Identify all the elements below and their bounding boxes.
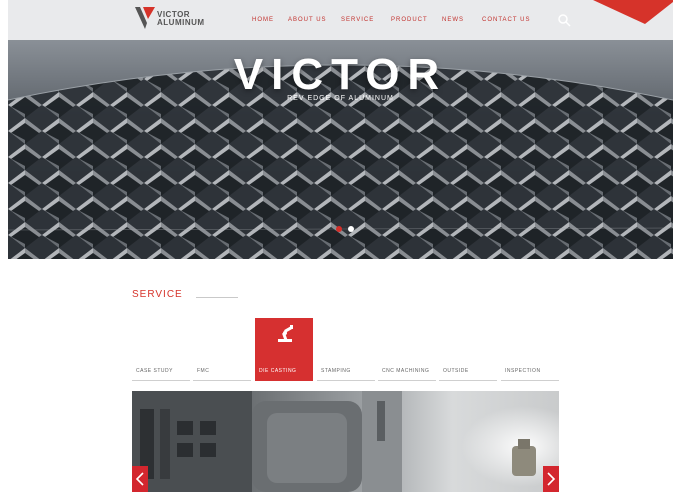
- hero-dot-2[interactable]: [348, 226, 354, 232]
- logo-line2: ALUMINUM: [157, 18, 205, 27]
- tab-die-casting[interactable]: DIE CASTING: [255, 318, 313, 381]
- hero-banner: VICTOR REV EDGE OF ALUMINUM: [8, 40, 673, 259]
- chevron-left-icon: [135, 472, 144, 486]
- site-header: VICTOR ALUMINUM HOME ABOUT US SERVICE PR…: [8, 0, 673, 40]
- hero-subtitle: REV EDGE OF ALUMINUM: [287, 95, 394, 102]
- tab-label: DIE CASTING: [259, 368, 297, 374]
- logo-text: VICTOR ALUMINUM: [157, 11, 205, 27]
- nav-home[interactable]: HOME: [252, 17, 274, 23]
- tab-label: OUTSIDE: [443, 368, 469, 374]
- logo-v-mark: [135, 7, 155, 29]
- tab-label: CNC MACHINING: [382, 368, 430, 374]
- service-title-divider: [196, 297, 238, 298]
- hero-pagination: [336, 226, 376, 234]
- slider-next-button[interactable]: [543, 466, 559, 492]
- tab-label: CASE STUDY: [136, 368, 173, 374]
- tab-case-study[interactable]: CASE STUDY: [132, 360, 190, 381]
- tab-label: INSPECTION: [505, 368, 541, 374]
- hero-title: VICTOR: [233, 50, 448, 99]
- nav-product[interactable]: PRODUCT: [391, 17, 428, 23]
- nav-contact-us[interactable]: CONTACT US: [482, 17, 530, 23]
- victor-aluminum-logo[interactable]: VICTOR ALUMINUM: [135, 7, 215, 33]
- corner-ribbon[interactable]: [593, 0, 673, 26]
- hero-dot-1[interactable]: [336, 226, 342, 232]
- tab-outside[interactable]: OUTSIDE: [439, 360, 497, 381]
- service-slider: [132, 391, 559, 492]
- chevron-right-icon: [547, 472, 556, 486]
- tab-label: FMC: [197, 368, 210, 374]
- robot-arm-icon: [278, 325, 293, 342]
- nav-about-us[interactable]: ABOUT US: [288, 17, 327, 23]
- tab-inspection[interactable]: INSPECTION: [501, 360, 559, 381]
- tab-stamping[interactable]: STAMPING: [317, 360, 375, 381]
- nav-service[interactable]: SERVICE: [341, 17, 374, 23]
- tab-cnc-machining[interactable]: CNC MACHINING: [378, 360, 436, 381]
- service-section-title: SERVICE: [132, 289, 183, 300]
- tab-fmc[interactable]: FMC: [193, 360, 251, 381]
- nav-news[interactable]: NEWS: [442, 17, 464, 23]
- slider-prev-button[interactable]: [132, 466, 148, 492]
- die-casting-photo: [132, 391, 559, 492]
- service-tabs: CASE STUDY FMC DIE CASTING STAMPING CNC …: [132, 318, 559, 382]
- search-icon[interactable]: [556, 12, 572, 28]
- tab-label: STAMPING: [321, 368, 351, 374]
